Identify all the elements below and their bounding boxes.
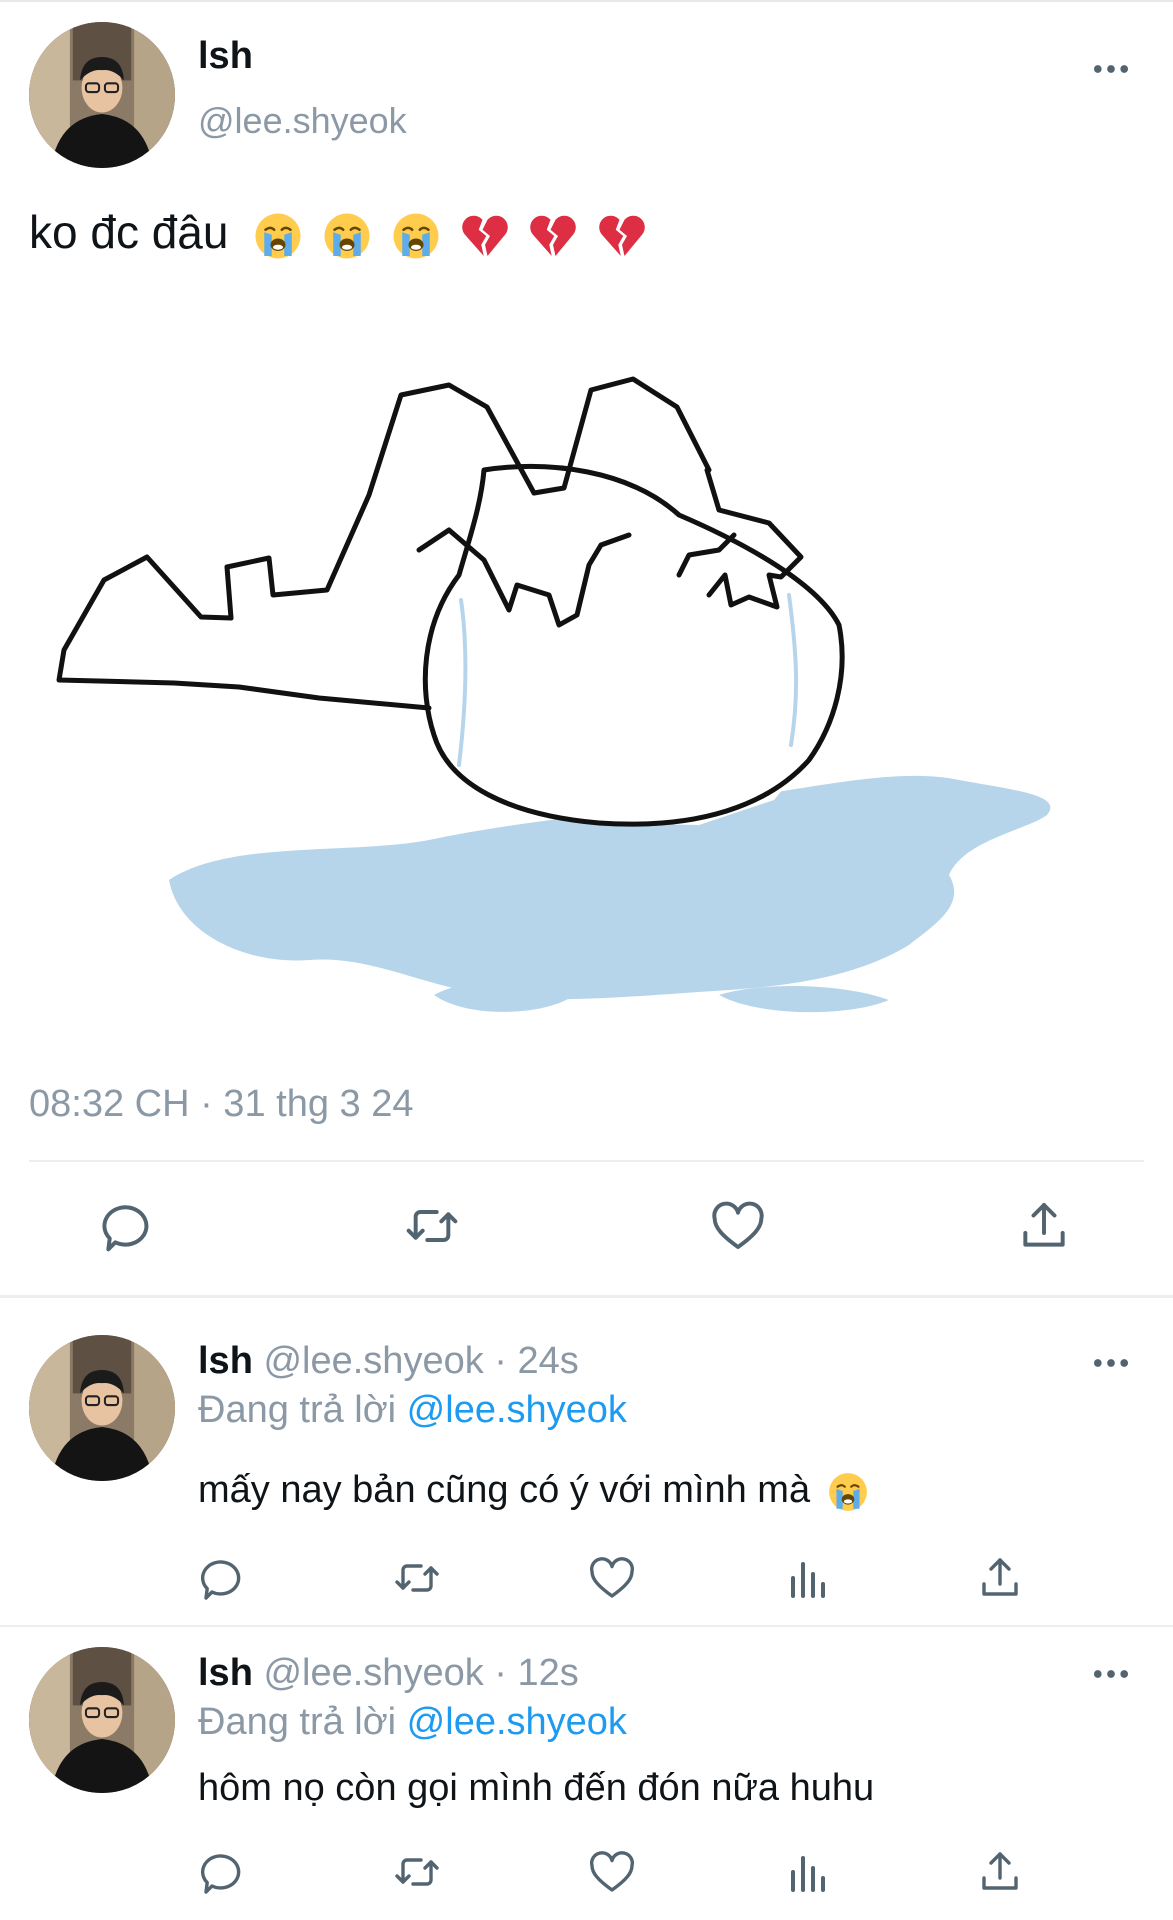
divider xyxy=(0,1625,1173,1627)
avatar[interactable] xyxy=(29,22,175,168)
avatar-photo-icon xyxy=(29,1647,175,1793)
replying-to-prefix: Đang trả lời xyxy=(198,1389,397,1431)
loudly-crying-face-icon xyxy=(827,1471,869,1513)
tweet-text: ko đc đâu xyxy=(29,203,647,261)
broken-heart-icon xyxy=(597,211,647,261)
like-button[interactable] xyxy=(710,1198,766,1254)
retweet-icon xyxy=(404,1198,460,1254)
retweet-button[interactable] xyxy=(393,1554,441,1602)
like-button[interactable] xyxy=(588,1848,636,1896)
tweet-timestamp[interactable]: 08:32 CH · 31 thg 3 24 xyxy=(29,1082,413,1126)
like-icon xyxy=(588,1554,636,1602)
reply-author-name[interactable]: lsh xyxy=(198,1652,253,1694)
avatar-photo-icon xyxy=(29,1335,175,1481)
reply-icon xyxy=(99,1198,155,1254)
reply-text: hôm nọ còn gọi mình đến đón nữa huhu xyxy=(198,1767,875,1809)
reply-header: lsh @lee.shyeok · 12s xyxy=(198,1650,579,1696)
replying-to: Đang trả lời @lee.shyeok xyxy=(198,1699,627,1745)
tweet-media-image[interactable] xyxy=(29,295,1144,1055)
share-icon xyxy=(1016,1198,1072,1254)
share-icon xyxy=(976,1554,1024,1602)
avatar[interactable] xyxy=(29,1647,175,1793)
reply-handle-time[interactable]: @lee.shyeok · 24s xyxy=(263,1340,578,1382)
crying-character-illustration xyxy=(56,376,1051,1013)
reply-handle-time[interactable]: @lee.shyeok · 12s xyxy=(263,1652,578,1694)
top-divider xyxy=(0,0,1173,2)
replying-to: Đang trả lời @lee.shyeok xyxy=(198,1387,627,1433)
share-icon xyxy=(976,1848,1024,1896)
avatar[interactable] xyxy=(29,1335,175,1481)
reply-button[interactable] xyxy=(198,1848,246,1896)
divider xyxy=(29,1160,1144,1162)
reply-button[interactable] xyxy=(99,1198,155,1254)
broken-heart-icon xyxy=(528,211,578,261)
like-icon xyxy=(588,1848,636,1896)
views-icon xyxy=(783,1848,831,1896)
reply-text-body: mấy nay bản cũng có ý với mình mà xyxy=(198,1469,811,1511)
replying-to-link[interactable]: @lee.shyeok xyxy=(407,1701,627,1743)
retweet-icon xyxy=(393,1554,441,1602)
replying-to-link[interactable]: @lee.shyeok xyxy=(407,1389,627,1431)
more-options-button[interactable] xyxy=(1093,63,1129,75)
reply-button[interactable] xyxy=(198,1554,246,1602)
views-icon xyxy=(783,1554,831,1602)
author-handle[interactable]: @lee.shyeok xyxy=(198,100,407,142)
share-button[interactable] xyxy=(976,1554,1024,1602)
reply-icon xyxy=(198,1554,246,1602)
tweet-text-body: ko đc đâu xyxy=(29,206,229,258)
loudly-crying-face-icon xyxy=(391,211,441,261)
share-button[interactable] xyxy=(976,1848,1024,1896)
divider xyxy=(0,1295,1173,1298)
retweet-button[interactable] xyxy=(393,1848,441,1896)
reply-text: mấy nay bản cũng có ý với mình mà xyxy=(198,1465,869,1515)
more-options-button[interactable] xyxy=(1093,1357,1129,1369)
reply-header: lsh @lee.shyeok · 24s xyxy=(198,1338,579,1384)
more-icon xyxy=(1093,1668,1129,1680)
replying-to-prefix: Đang trả lời xyxy=(198,1701,397,1743)
more-icon xyxy=(1093,63,1129,75)
reply-icon xyxy=(198,1848,246,1896)
like-button[interactable] xyxy=(588,1554,636,1602)
broken-heart-icon xyxy=(460,211,510,261)
share-button[interactable] xyxy=(1016,1198,1072,1254)
loudly-crying-face-icon xyxy=(322,211,372,261)
more-options-button[interactable] xyxy=(1093,1668,1129,1680)
reply-author-name[interactable]: lsh xyxy=(198,1340,253,1382)
loudly-crying-face-icon xyxy=(253,211,303,261)
like-icon xyxy=(710,1198,766,1254)
views-button[interactable] xyxy=(783,1554,831,1602)
retweet-button[interactable] xyxy=(404,1198,460,1254)
retweet-icon xyxy=(393,1848,441,1896)
views-button[interactable] xyxy=(783,1848,831,1896)
more-icon xyxy=(1093,1357,1129,1369)
avatar-photo-icon xyxy=(29,22,175,168)
author-name[interactable]: lsh xyxy=(198,34,253,78)
